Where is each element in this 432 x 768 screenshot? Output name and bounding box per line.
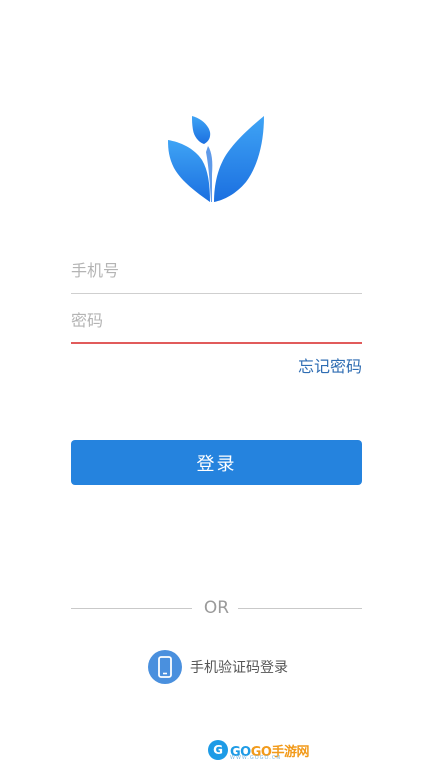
password-input[interactable] — [71, 300, 362, 340]
phone-underline — [71, 293, 362, 294]
watermark-logo: G GOGO手游网 WWW.GOGO.CN — [208, 737, 309, 763]
phone-field — [71, 250, 362, 294]
watermark-url: WWW.GOGO.CN — [230, 755, 282, 761]
forgot-password-link[interactable]: 忘记密码 — [298, 353, 362, 377]
sms-login-button[interactable]: 手机验证码登录 — [148, 650, 288, 684]
login-button[interactable]: 登录 — [71, 440, 362, 485]
app-logo-icon — [168, 116, 264, 202]
watermark-circle-icon: G — [208, 740, 228, 760]
divider-line-right — [238, 608, 362, 609]
phone-icon — [148, 650, 182, 684]
password-field — [71, 300, 362, 344]
login-screen: 忘记密码 登录 OR 手机验证码登录 G GOGO手游网 WWW.GOGO.CN — [0, 0, 432, 768]
sms-login-label: 手机验证码登录 — [190, 660, 288, 676]
phone-input[interactable] — [71, 250, 362, 290]
password-underline — [71, 342, 362, 344]
or-divider: OR — [71, 596, 362, 620]
